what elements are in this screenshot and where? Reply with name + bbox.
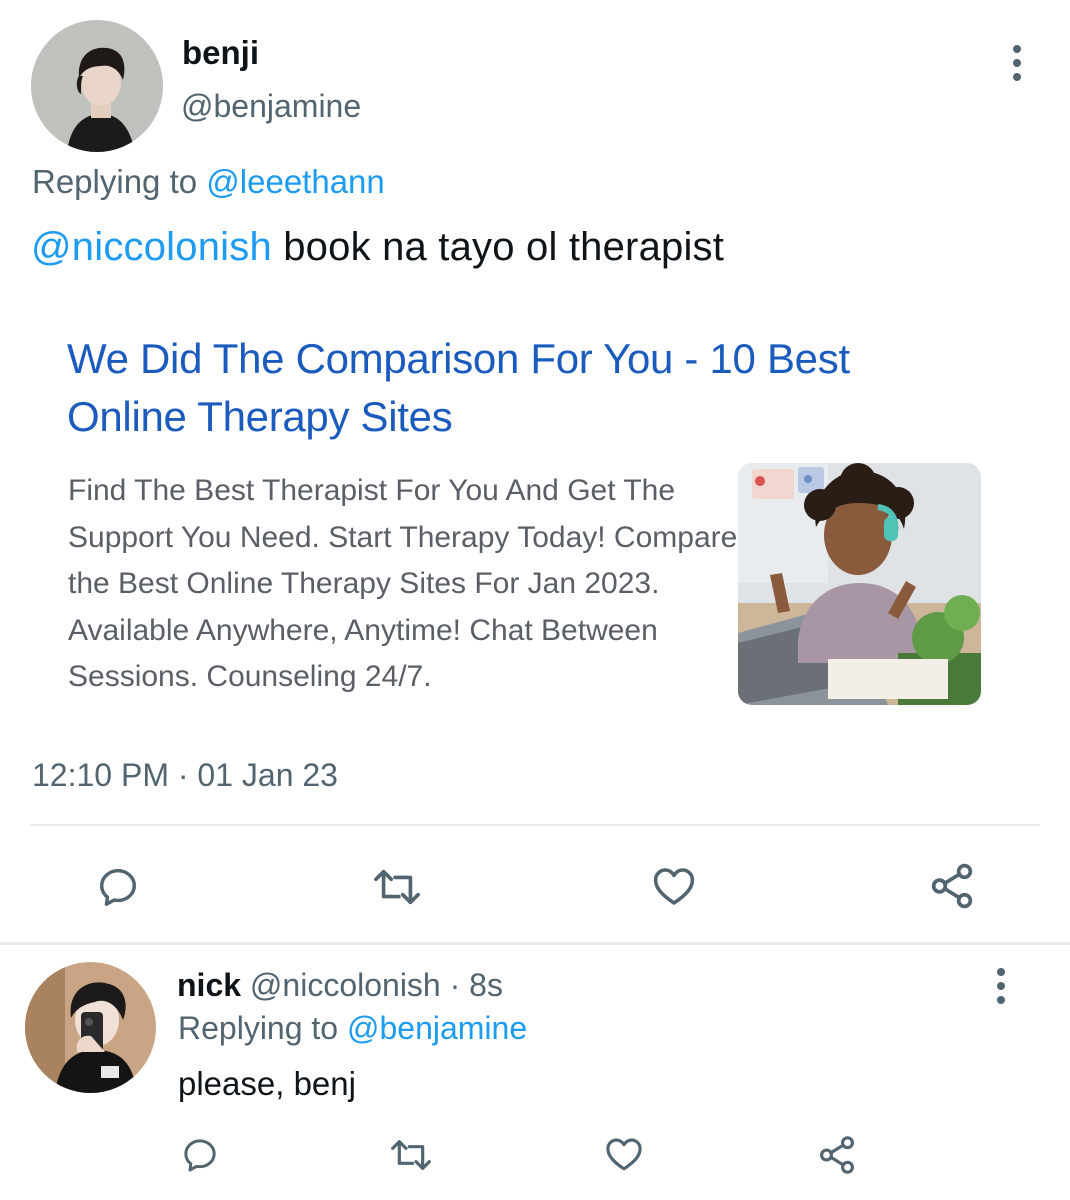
reply-tweet-header: nick @niccolonish · 8s	[177, 967, 503, 1004]
more-options-icon[interactable]	[986, 964, 1016, 1008]
tweet-timestamp[interactable]: 12:10 PM · 01 Jan 23	[32, 757, 338, 794]
retweet-button[interactable]	[366, 862, 428, 912]
more-options-icon[interactable]	[1002, 41, 1032, 85]
replying-to-line: Replying to @benjamine	[178, 1010, 527, 1047]
reply-tweet-handle[interactable]: @niccolonish	[250, 967, 441, 1003]
avatar-photo-icon	[31, 20, 163, 152]
tweet-thread-page: benji @benjamine Replying to @leeethann …	[0, 0, 1070, 1200]
divider	[30, 824, 1040, 826]
main-tweet-avatar[interactable]	[31, 20, 163, 152]
replying-prefix: Replying to	[178, 1010, 339, 1046]
replying-to-link[interactable]: @leeethann	[206, 163, 384, 200]
ad-image[interactable]	[738, 463, 981, 705]
like-button[interactable]	[601, 1132, 647, 1176]
replying-to-line: Replying to @leeethann	[32, 163, 385, 201]
reply-button[interactable]	[178, 1134, 222, 1176]
main-tweet-handle[interactable]: @benjamine	[181, 88, 361, 125]
reply-tweet-text: please, benj	[178, 1065, 356, 1102]
like-icon	[653, 868, 695, 905]
reply-icon	[99, 868, 137, 906]
mention-link[interactable]: @niccolonish	[31, 225, 272, 269]
tweet-body: book na tayo ol therapist	[283, 225, 725, 269]
retweet-icon	[374, 869, 420, 905]
reply-tweet-time[interactable]: 8s	[469, 967, 503, 1003]
reply-icon	[184, 1139, 216, 1172]
avatar-photo-icon	[25, 962, 156, 1093]
like-button[interactable]	[646, 860, 702, 912]
reply-tweet-display-name[interactable]: nick	[177, 967, 241, 1003]
retweet-icon	[391, 1140, 431, 1170]
replying-prefix: Replying to	[32, 163, 198, 200]
share-button[interactable]	[924, 858, 980, 914]
main-tweet-text: @niccolonish book na tayo ol therapist	[31, 225, 724, 270]
ad-description: Find The Best Therapist For You And Get …	[68, 474, 738, 693]
section-divider	[0, 942, 1070, 945]
share-button[interactable]	[814, 1132, 860, 1178]
replying-to-link[interactable]: @benjamine	[347, 1010, 527, 1046]
retweet-button[interactable]	[385, 1134, 437, 1176]
like-icon	[606, 1138, 642, 1171]
main-tweet-display-name[interactable]: benji	[182, 34, 259, 72]
time-separator: ·	[449, 967, 461, 1003]
reply-button[interactable]	[92, 862, 144, 912]
share-icon	[931, 863, 973, 909]
share-icon	[820, 1136, 854, 1174]
reply-tweet-avatar[interactable]	[25, 962, 156, 1093]
girl-with-headphones-photo-icon	[738, 463, 981, 705]
ad-title-link[interactable]: We Did The Comparison For You - 10 Best …	[67, 330, 957, 446]
